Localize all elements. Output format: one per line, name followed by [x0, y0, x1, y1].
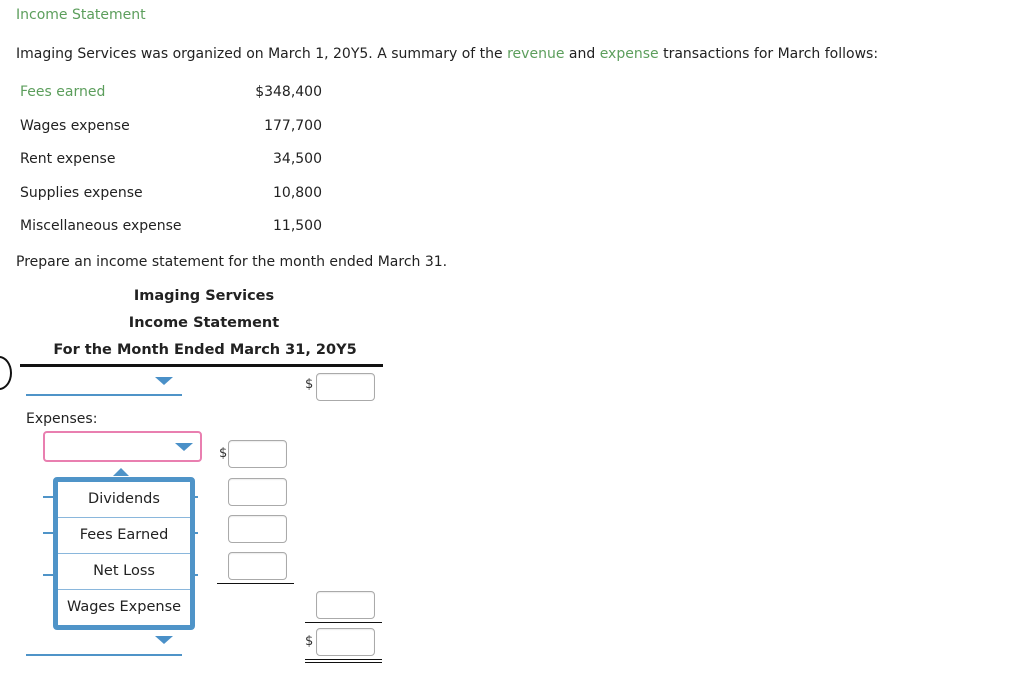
menu-pointer: [113, 468, 129, 476]
transaction-value: 177,700: [264, 118, 322, 134]
chevron-down-icon: [155, 636, 173, 644]
chevron-down-icon: [155, 377, 173, 385]
transaction-value: 10,800: [273, 185, 322, 201]
expenses-label: Expenses:: [26, 411, 98, 427]
revenue-link[interactable]: revenue: [507, 46, 564, 62]
statement-name: Income Statement: [128, 315, 280, 331]
net-result-dropdown[interactable]: [26, 630, 182, 656]
dollar-sign: $: [305, 634, 314, 649]
menu-option-dividends[interactable]: Dividends: [58, 482, 190, 518]
total-line: [305, 622, 382, 623]
expense-account-dropdown-active[interactable]: [43, 431, 202, 462]
dollar-sign: $: [219, 446, 228, 461]
expense-amount-input[interactable]: [228, 478, 287, 506]
subtotal-line: [217, 583, 294, 584]
expense-amount-input[interactable]: [228, 552, 287, 580]
expense-link[interactable]: expense: [600, 46, 659, 62]
page-title: Income Statement: [16, 7, 146, 23]
menu-option-wages-expense[interactable]: Wages Expense: [58, 590, 190, 625]
statement-period: For the Month Ended March 31, 20Y5: [53, 342, 357, 358]
transaction-value: 34,500: [273, 151, 322, 167]
partial-circle-icon: [0, 356, 12, 390]
menu-option-net-loss[interactable]: Net Loss: [58, 554, 190, 590]
total-expenses-input[interactable]: [316, 591, 375, 619]
net-result-amount-input[interactable]: [316, 628, 375, 656]
expense-amount-input[interactable]: [228, 440, 287, 468]
menu-option-fees-earned[interactable]: Fees Earned: [58, 518, 190, 554]
statement-company: Imaging Services: [133, 288, 275, 304]
expense-amount-input[interactable]: [228, 515, 287, 543]
double-underline: [305, 659, 382, 663]
revenue-account-dropdown[interactable]: [26, 370, 182, 396]
transaction-value: $348,400: [255, 84, 322, 100]
instruction-text: Prepare an income statement for the mont…: [16, 254, 448, 270]
intro-text: Imaging Services was organized on March …: [16, 46, 879, 62]
transaction-value: 11,500: [273, 218, 322, 234]
chevron-down-icon: [175, 443, 193, 451]
header-divider: [20, 364, 383, 367]
dropdown-menu: Dividends Fees Earned Net Loss Wages Exp…: [53, 477, 195, 630]
dollar-sign: $: [305, 377, 314, 392]
revenue-amount-input[interactable]: [316, 373, 375, 401]
